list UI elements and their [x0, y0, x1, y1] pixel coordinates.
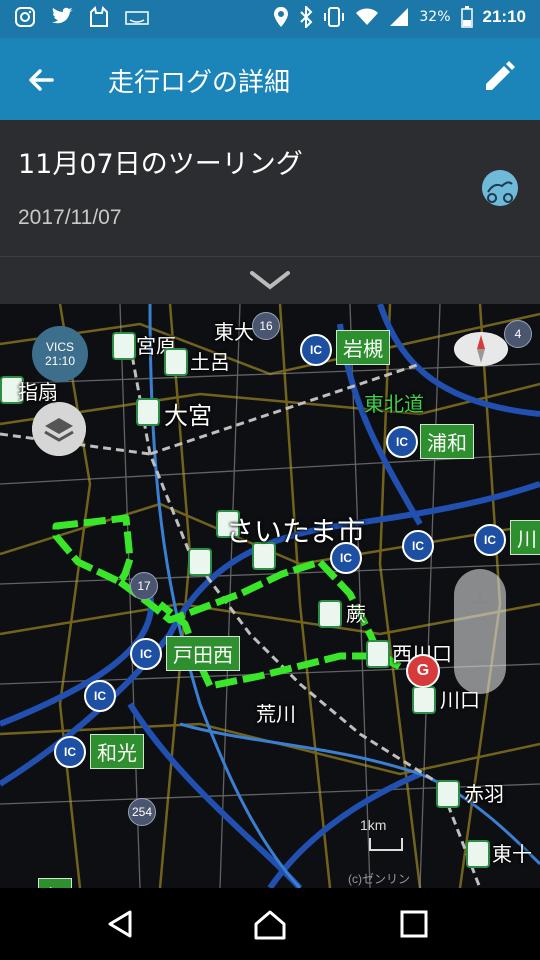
interchange-icon: IC — [300, 334, 332, 366]
route-shield: 17 — [130, 572, 158, 600]
route-shield: 4 — [504, 320, 532, 348]
bluetooth-icon — [300, 6, 313, 28]
vics-label: VICS — [45, 340, 74, 354]
label-sashiogi: 指扇 — [18, 380, 58, 404]
label-iwatsuki: 岩槻 — [336, 330, 390, 365]
recents-icon[interactable] — [396, 906, 432, 942]
interchange-icon: IC — [402, 530, 434, 562]
map-copyright: (c)ゼンリン — [348, 872, 410, 886]
zoom-out-button[interactable]: − — [454, 637, 506, 687]
station-icon — [466, 840, 490, 868]
label-warabi: 蕨 — [346, 602, 366, 626]
station-icon — [436, 780, 460, 808]
label-tsuchiro: 土呂 — [190, 350, 230, 374]
map-view[interactable]: VICS 21:10 宮原 土呂 東大 指扇 大宮 さいたま市 蕨 西川口 川口… — [0, 304, 540, 888]
station-icon — [188, 548, 212, 576]
label-higashio: 東大 — [214, 320, 254, 344]
interchange-icon: IC — [54, 736, 86, 768]
instagram-icon — [15, 7, 35, 27]
station-icon — [164, 348, 188, 376]
expand-details-toggle[interactable] — [0, 256, 540, 305]
station-icon — [318, 600, 342, 628]
label-kawa: 川 — [510, 520, 540, 555]
label-arakawa: 荒川 — [256, 702, 296, 726]
station-icon — [112, 332, 136, 360]
system-nav-bar — [0, 888, 540, 960]
log-name: 11月07日のツーリング — [18, 149, 303, 180]
battery-icon — [460, 6, 473, 28]
chevron-down-icon[interactable] — [246, 267, 294, 295]
label-urawa: 浦和 — [420, 424, 474, 459]
log-date: 2017/11/07 — [18, 206, 122, 229]
scale-label: 1km — [360, 817, 387, 833]
label-gyo: 行 — [38, 878, 72, 888]
log-header: 11月07日のツーリング 2017/11/07 — [0, 120, 540, 256]
signal-icon — [390, 8, 409, 26]
label-omiya: 大宮 — [164, 402, 212, 430]
vics-badge[interactable]: VICS 21:10 — [32, 326, 88, 382]
back-arrow-icon[interactable] — [22, 60, 62, 100]
edit-pencil-icon[interactable] — [478, 58, 518, 98]
back-triangle-icon[interactable] — [102, 906, 138, 942]
label-wako: 和光 — [90, 734, 144, 769]
page-title: 走行ログの詳細 — [108, 68, 291, 98]
scale-bar — [369, 838, 403, 851]
twitter-icon — [52, 7, 73, 24]
status-bar: 32% 21:10 — [0, 0, 540, 38]
goal-marker: G — [406, 654, 440, 688]
zoom-control: + − — [454, 569, 506, 694]
interchange-icon: IC — [474, 524, 506, 556]
route-shield: 16 — [252, 312, 280, 340]
interchange-icon: IC — [330, 542, 362, 574]
motorcycle-icon — [482, 170, 518, 206]
interchange-icon: IC — [386, 426, 418, 458]
interchange-icon: IC — [130, 638, 162, 670]
route-shield: 254 — [128, 798, 156, 826]
station-icon — [366, 640, 390, 668]
station-icon — [136, 398, 160, 426]
location-icon — [274, 7, 289, 27]
cat-icon — [90, 6, 108, 27]
interchange-icon: IC — [84, 680, 116, 712]
battery-percent: 32% — [419, 9, 451, 25]
station-icon — [412, 686, 436, 714]
label-akabane: 赤羽 — [464, 782, 504, 806]
app-bar: 走行ログの詳細 — [0, 38, 540, 120]
label-higashiju: 東十 — [492, 842, 532, 866]
amazon-icon — [125, 11, 149, 25]
wifi-icon — [356, 8, 379, 25]
home-icon[interactable] — [252, 906, 288, 942]
compass-icon[interactable] — [454, 332, 508, 366]
vibrate-icon — [324, 7, 345, 27]
clock: 21:10 — [482, 7, 526, 26]
layers-button-icon[interactable] — [32, 402, 86, 456]
zoom-in-button[interactable]: + — [454, 577, 506, 627]
vics-time: 21:10 — [44, 354, 76, 368]
label-todanishi: 戸田西 — [166, 636, 240, 671]
label-tohokudo: 東北道 — [364, 392, 424, 416]
